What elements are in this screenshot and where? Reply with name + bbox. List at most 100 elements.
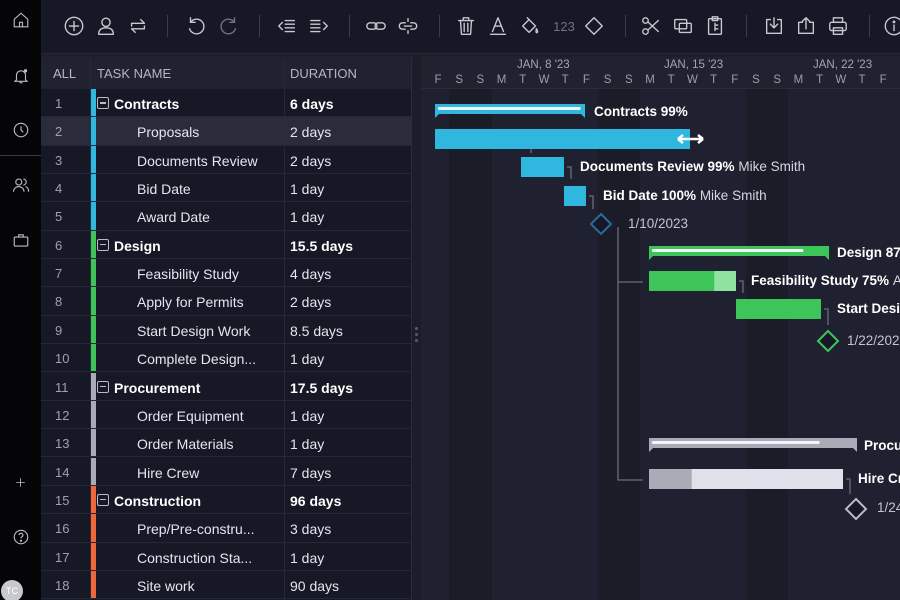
task-name[interactable]: Design	[114, 238, 161, 254]
assign-user-icon[interactable]	[93, 13, 119, 39]
task-duration[interactable]: 2 days	[290, 124, 331, 140]
task-duration[interactable]: 17.5 days	[290, 380, 353, 396]
task-row[interactable]: 7 Feasibility Study 4 days	[41, 259, 411, 288]
task-row[interactable]: 8 Apply for Permits 2 days	[41, 287, 411, 316]
task-row[interactable]: 13 Order Materials 1 day	[41, 429, 411, 458]
complete-design-milestone[interactable]	[816, 329, 840, 353]
copy-icon[interactable]	[670, 13, 696, 39]
design-summary-bar[interactable]	[649, 246, 829, 260]
task-duration[interactable]: 1 day	[290, 408, 324, 424]
task-duration[interactable]: 96 days	[290, 493, 341, 509]
task-duration[interactable]: 3 days	[290, 521, 331, 537]
paste-icon[interactable]	[702, 13, 728, 39]
task-name[interactable]: Apply for Permits	[137, 294, 244, 310]
task-row[interactable]: 18 Site work 90 days	[41, 570, 411, 600]
task-duration[interactable]: 7 days	[290, 465, 331, 481]
task-row[interactable]: 2 Proposals 2 days	[41, 117, 411, 146]
task-row[interactable]: 12 Order Equipment 1 day	[41, 400, 411, 430]
home-icon[interactable]	[0, 8, 41, 32]
proposals-bar[interactable]	[435, 129, 690, 149]
print-icon[interactable]	[825, 13, 851, 39]
task-name[interactable]: Order Materials	[137, 436, 233, 452]
task-duration[interactable]: 1 day	[290, 181, 324, 197]
team-icon[interactable]	[0, 173, 41, 197]
task-duration[interactable]: 6 days	[290, 96, 334, 112]
column-header-all[interactable]: ALL	[53, 66, 76, 81]
hire-crew-milestone[interactable]	[844, 497, 868, 521]
contracts-summary-bar[interactable]	[435, 104, 585, 118]
unlink-icon[interactable]	[395, 13, 421, 39]
task-group-row[interactable]: 6 Design 15.5 days	[41, 230, 411, 260]
redo-icon[interactable]	[216, 13, 242, 39]
task-name[interactable]: Start Design Work	[137, 323, 250, 339]
notification-bell-icon[interactable]	[0, 64, 41, 88]
collapse-toggle-icon[interactable]	[97, 97, 109, 109]
splitter-handle[interactable]	[415, 327, 419, 345]
bid-date-bar[interactable]	[564, 186, 586, 206]
task-name[interactable]: Construction	[114, 493, 201, 509]
import-icon[interactable]	[761, 13, 787, 39]
task-duration[interactable]: 15.5 days	[290, 238, 353, 254]
task-name[interactable]: Proposals	[137, 124, 199, 140]
paint-bucket-icon[interactable]	[517, 13, 543, 39]
task-duration[interactable]: 1 day	[290, 436, 324, 452]
add-task-icon[interactable]	[61, 13, 87, 39]
task-name[interactable]: Documents Review	[137, 153, 258, 169]
task-name[interactable]: Feasibility Study	[137, 266, 239, 282]
text-format-icon[interactable]	[485, 13, 511, 39]
task-duration[interactable]: 2 days	[290, 294, 331, 310]
task-group-row[interactable]: 1 Contracts 6 days	[41, 89, 411, 118]
task-name[interactable]: Procurement	[114, 380, 200, 396]
plus-icon[interactable]	[0, 470, 41, 494]
collapse-toggle-icon[interactable]	[97, 238, 109, 251]
info-icon[interactable]	[881, 13, 900, 39]
task-duration[interactable]: 8.5 days	[290, 323, 343, 339]
outdent-icon[interactable]	[274, 13, 300, 39]
task-group-row[interactable]: 11 Procurement 17.5 days	[41, 372, 411, 401]
pane-splitter[interactable]	[411, 57, 421, 600]
user-avatar[interactable]: TC	[1, 580, 23, 600]
indent-icon[interactable]	[306, 13, 332, 39]
task-row[interactable]: 3 Documents Review 2 days	[41, 145, 411, 174]
award-date-milestone[interactable]	[589, 212, 613, 236]
link-icon[interactable]	[363, 13, 389, 39]
task-name[interactable]: Order Equipment	[137, 408, 244, 424]
export-icon[interactable]	[793, 13, 819, 39]
start-design-work-bar[interactable]	[736, 299, 821, 319]
task-name[interactable]: Prep/Pre-constru...	[137, 521, 255, 537]
task-duration[interactable]: 4 days	[290, 266, 331, 282]
task-duration[interactable]: 1 day	[290, 550, 324, 566]
column-header-duration[interactable]: DURATION	[290, 66, 357, 81]
task-row[interactable]: 17 Construction Sta... 1 day	[41, 542, 411, 571]
clock-icon[interactable]	[0, 118, 41, 142]
undo-icon[interactable]	[183, 13, 209, 39]
collapse-toggle-icon[interactable]	[97, 493, 109, 506]
help-icon[interactable]	[0, 525, 41, 549]
swap-icon[interactable]	[125, 13, 151, 39]
task-duration[interactable]: 90 days	[290, 578, 339, 594]
task-name[interactable]: Hire Crew	[137, 465, 199, 481]
task-duration[interactable]: 2 days	[290, 153, 331, 169]
column-header-task-name[interactable]: TASK NAME	[97, 66, 171, 81]
task-name[interactable]: Construction Sta...	[137, 550, 252, 566]
procurement-summary-bar[interactable]	[649, 438, 857, 452]
task-row[interactable]: 10 Complete Design... 1 day	[41, 344, 411, 373]
delete-icon[interactable]	[453, 13, 479, 39]
task-row[interactable]: 9 Start Design Work 8.5 days	[41, 315, 411, 345]
cut-icon[interactable]	[638, 13, 664, 39]
task-row[interactable]: 5 Award Date 1 day	[41, 202, 411, 231]
task-name[interactable]: Contracts	[114, 96, 179, 112]
documents-review-bar[interactable]	[521, 157, 564, 177]
task-duration[interactable]: 1 day	[290, 351, 324, 367]
task-name[interactable]: Site work	[137, 578, 195, 594]
task-row[interactable]: 14 Hire Crew 7 days	[41, 457, 411, 486]
task-duration[interactable]: 1 day	[290, 209, 324, 225]
task-row[interactable]: 16 Prep/Pre-constru... 3 days	[41, 514, 411, 543]
task-name[interactable]: Award Date	[137, 209, 210, 225]
briefcase-icon[interactable]	[0, 228, 41, 252]
task-row[interactable]: 4 Bid Date 1 day	[41, 174, 411, 203]
task-name[interactable]: Complete Design...	[137, 351, 256, 367]
collapse-toggle-icon[interactable]	[97, 380, 109, 393]
task-name[interactable]: Bid Date	[137, 181, 191, 197]
numbering-icon[interactable]: 123	[549, 13, 579, 39]
